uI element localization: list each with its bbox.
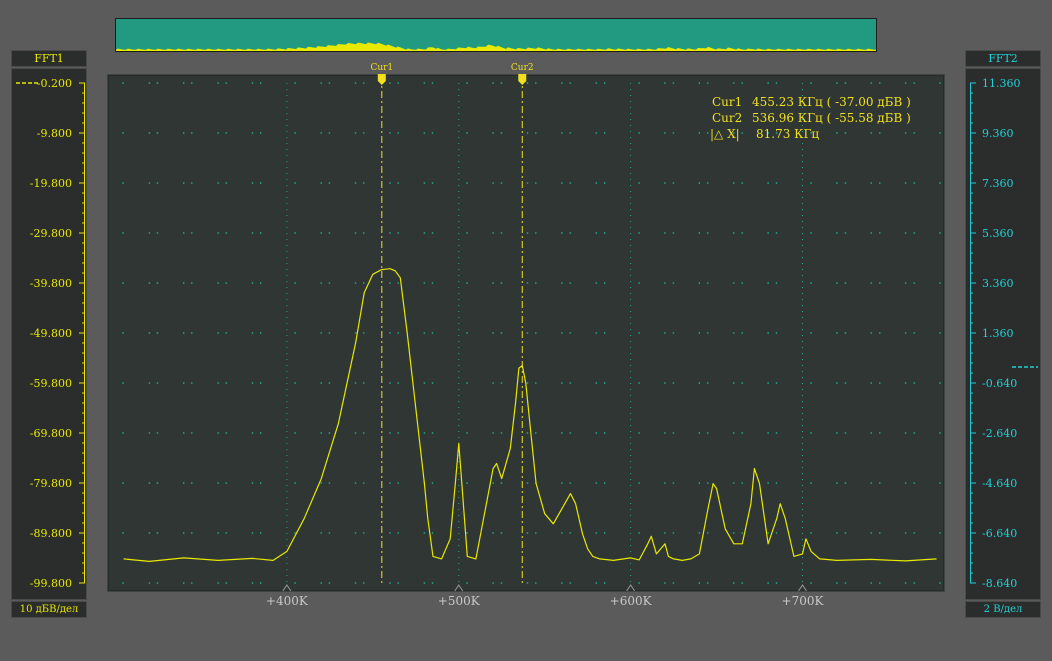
- fft1-tick-label: -49.800: [30, 327, 72, 340]
- x-tick-label: +400K: [266, 594, 309, 608]
- fft2-scale-axis: 11.360 9.360 7.360 5.360 3.360 1.360 -0.640 -2.…: [970, 77, 1038, 590]
- fft1-tick-label: -69.800: [30, 427, 72, 440]
- fft1-scale[interactable]: -0.200 -9.800 -19.800 -29.800 -39.800 -49.800…: [11, 68, 87, 600]
- fft2-tick-label: 11.360: [982, 77, 1021, 90]
- fft1-tick-label: -79.800: [30, 477, 72, 490]
- fft1-tick-label: -29.800: [30, 227, 72, 240]
- fft2-tick-label: 1.360: [982, 327, 1014, 340]
- fft2-title: FFT2: [965, 50, 1041, 67]
- fft2-scale[interactable]: 11.360 9.360 7.360 5.360 3.360 1.360 -0.640 -2.…: [965, 68, 1041, 600]
- fft2-scale-unit: 2 В/дел: [965, 601, 1041, 618]
- fft1-tick-label: -39.800: [30, 277, 72, 290]
- fft1-scale-unit: 10 дБВ/дел: [11, 601, 87, 618]
- fft1-tick-label: -99.800: [30, 577, 72, 590]
- overview-trace-fill: [115, 42, 877, 52]
- fft1-tick-label: -19.800: [30, 177, 72, 190]
- fft2-tick-label: -8.640: [982, 577, 1017, 590]
- cursor-label: Cur2: [511, 63, 534, 73]
- overview-trace: [115, 42, 877, 52]
- fft2-tick-label: -0.640: [982, 377, 1017, 390]
- fft1-tick-label: -9.800: [37, 127, 72, 140]
- fft2-tick-label: -2.640: [982, 427, 1017, 440]
- cursor-label: Cur1: [370, 63, 393, 73]
- x-tick-label: +600K: [610, 594, 653, 608]
- x-tick-label: +700K: [782, 594, 825, 608]
- fft2-tick-label: -4.640: [982, 477, 1017, 490]
- fft2-tick-label: -6.640: [982, 527, 1017, 540]
- x-tick-label: +500K: [438, 594, 481, 608]
- fft1-tick-label: -0.200: [37, 77, 72, 90]
- fft1-tick-label: -59.800: [30, 377, 72, 390]
- fft2-tick-label: 3.360: [982, 277, 1014, 290]
- fft1-tick-label: -89.800: [30, 527, 72, 540]
- fft2-tick-label: 9.360: [982, 127, 1014, 140]
- overview-spectrum[interactable]: [115, 18, 877, 52]
- fft2-tick-label: 5.360: [982, 227, 1014, 240]
- fft2-tick-label: 7.360: [982, 177, 1014, 190]
- spectrum-plot-area[interactable]: [107, 74, 945, 592]
- fft1-title: FFT1: [11, 50, 87, 67]
- fft1-scale-axis: -0.200 -9.800 -19.800 -29.800 -39.800 -49.800…: [16, 77, 85, 590]
